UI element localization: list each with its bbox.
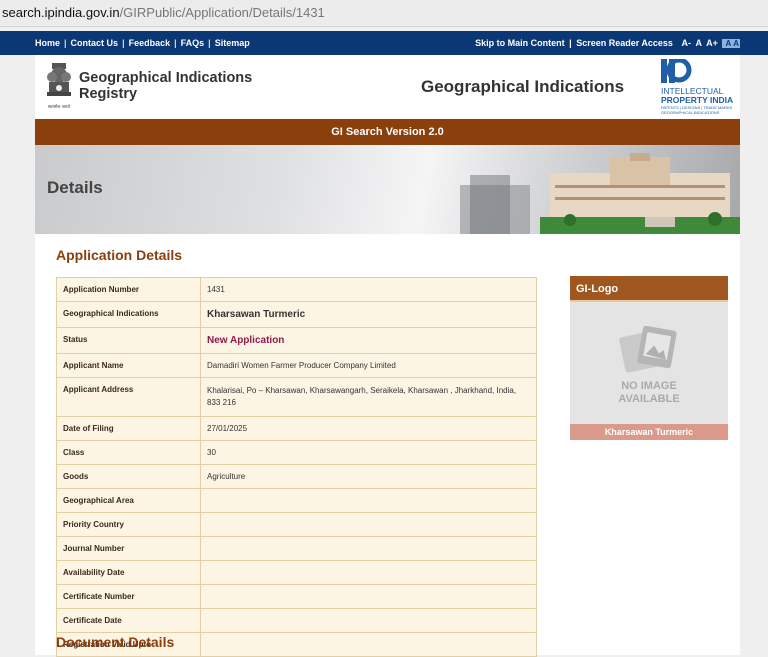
document-details-heading: Document Details — [56, 634, 175, 650]
nav-link-home[interactable]: Home — [35, 38, 60, 48]
details-row: Application Number 1431 — [56, 277, 537, 302]
screen-reader-link[interactable]: Screen Reader Access — [576, 38, 673, 48]
gi-search-version-bar: GI Search Version 2.0 — [35, 119, 740, 145]
details-value: 30 — [200, 440, 537, 465]
details-row: Priority Country — [56, 512, 537, 537]
details-value — [200, 512, 537, 537]
site-title: Geographical Indications — [421, 77, 625, 96]
details-value: Khalarisai, Po – Kharsawan, Kharsawangar… — [200, 377, 537, 417]
details-label: Date of Filing — [56, 416, 201, 441]
nav-link-sitemap[interactable]: Sitemap — [215, 38, 250, 48]
url-host: search.ipindia.gov.in — [2, 5, 120, 20]
registry-title: Geographical Indications Registry — [79, 70, 253, 102]
page-banner: Details — [35, 145, 740, 234]
details-label: Class — [56, 440, 201, 465]
gi-logo-heading: GI-Logo — [570, 276, 728, 302]
details-row: Applicant Address Khalarisai, Po – Kharsa… — [56, 377, 537, 417]
details-value: 27/01/2025 — [200, 416, 537, 441]
details-row: Applicant Name Damadiri Women Farmer Prod… — [56, 353, 537, 378]
application-details-table: Application Number 1431 Geographical Indic… — [56, 277, 537, 657]
font-decrease-button[interactable]: A- — [681, 38, 691, 48]
details-value — [200, 536, 537, 561]
font-increase-button[interactable]: A+ — [706, 38, 718, 48]
nav-link-feedback[interactable]: Feedback — [129, 38, 171, 48]
site-header: सत्यमेव जयते Geographical Indications Re… — [35, 55, 740, 119]
details-row: Geographical Area — [56, 488, 537, 513]
page-container: सत्यमेव जयते Geographical Indications Re… — [35, 55, 740, 657]
details-label: Geographical Area — [56, 488, 201, 513]
details-value: 1431 — [200, 277, 537, 302]
details-value: Agriculture — [200, 464, 537, 489]
details-label: Applicant Name — [56, 353, 201, 378]
details-row: Certificate Date — [56, 608, 537, 633]
details-label: Certificate Date — [56, 608, 201, 633]
url-path: /GIRPublic/Application/Details/1431 — [119, 5, 325, 20]
page-title: Details — [47, 178, 103, 197]
details-value: New Application — [200, 327, 537, 354]
top-navigation-bar: Home | Contact Us | Feedback | FAQs | Sitemap Sk… — [0, 31, 768, 55]
details-label: Status — [56, 327, 201, 354]
details-value — [200, 488, 537, 513]
emblem-caption: सत्यमेव जयते — [48, 103, 71, 110]
details-label: Applicant Address — [56, 377, 201, 417]
details-value — [200, 560, 537, 585]
skip-to-main-link[interactable]: Skip to Main Content — [475, 38, 565, 48]
details-row: Status New Application — [56, 327, 537, 354]
details-row: Availability Date — [56, 560, 537, 585]
details-row: Journal Number — [56, 536, 537, 561]
details-value — [200, 632, 537, 657]
browser-url-bar[interactable]: search.ipindia.gov.in/GIRPublic/Applicat… — [0, 0, 768, 27]
details-label: Priority Country — [56, 512, 201, 537]
details-label: Application Number — [56, 277, 201, 302]
details-row: Class 30 — [56, 440, 537, 465]
details-label: Certificate Number — [56, 584, 201, 609]
font-normal-button[interactable]: A — [695, 38, 701, 48]
top-nav-links: Home | Contact Us | Feedback | FAQs | Sitemap — [35, 38, 250, 48]
details-label: Geographical Indications — [56, 301, 201, 328]
details-row: Goods Agriculture — [56, 464, 537, 489]
ip-india-logo-text: INTELLECTUAL PROPERTY INDIA PATENTS | DE… — [661, 86, 734, 116]
contrast-toggle[interactable]: AA — [722, 39, 740, 48]
details-value — [200, 584, 537, 609]
no-image-text: NO IMAGE AVAILABLE — [618, 380, 680, 405]
details-label: Goods — [56, 464, 201, 489]
gi-logo-panel: GI-Logo NO IMAGE AVAILABLE Kharsawan Tur… — [570, 276, 728, 440]
application-details-heading: Application Details — [56, 247, 183, 263]
accessibility-links: Skip to Main Content | Screen Reader Acc… — [475, 38, 740, 48]
nav-link-contact-us[interactable]: Contact Us — [71, 38, 119, 48]
details-row: Geographical Indications Kharsawan Turmer… — [56, 301, 537, 328]
details-label: Journal Number — [56, 536, 201, 561]
details-row: Certificate Number — [56, 584, 537, 609]
details-value: Damadiri Women Farmer Producer Company L… — [200, 353, 537, 378]
nav-link-faqs[interactable]: FAQs — [181, 38, 205, 48]
details-value: Kharsawan Turmeric — [200, 301, 537, 328]
national-emblem-icon: सत्यमेव जयते — [47, 63, 71, 110]
details-value — [200, 608, 537, 633]
details-label: Availability Date — [56, 560, 201, 585]
building-illustration-icon — [460, 153, 740, 234]
details-row: Date of Filing 27/01/2025 — [56, 416, 537, 441]
gi-logo-image-placeholder: NO IMAGE AVAILABLE — [570, 302, 728, 424]
no-image-icon — [619, 326, 677, 373]
gi-logo-caption: Kharsawan Turmeric — [570, 424, 728, 440]
